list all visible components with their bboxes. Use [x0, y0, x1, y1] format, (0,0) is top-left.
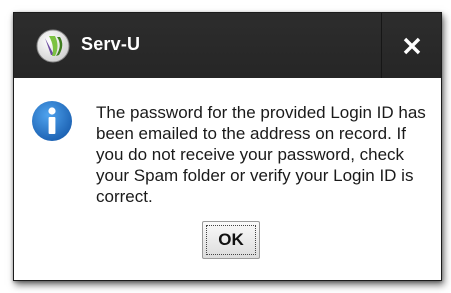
close-button[interactable] [382, 13, 441, 78]
info-icon [32, 101, 72, 141]
ok-button-label: OK [218, 230, 244, 249]
message-text: The password for the provided Login ID h… [96, 103, 426, 206]
serv-u-logo-icon [36, 29, 70, 63]
title-bar: Serv-U [14, 13, 441, 78]
window-title: Serv-U [81, 34, 141, 54]
close-icon [403, 37, 421, 54]
message-dialog: Serv-U The password for the provided Log… [13, 12, 442, 281]
ok-button[interactable]: OK [202, 221, 260, 259]
